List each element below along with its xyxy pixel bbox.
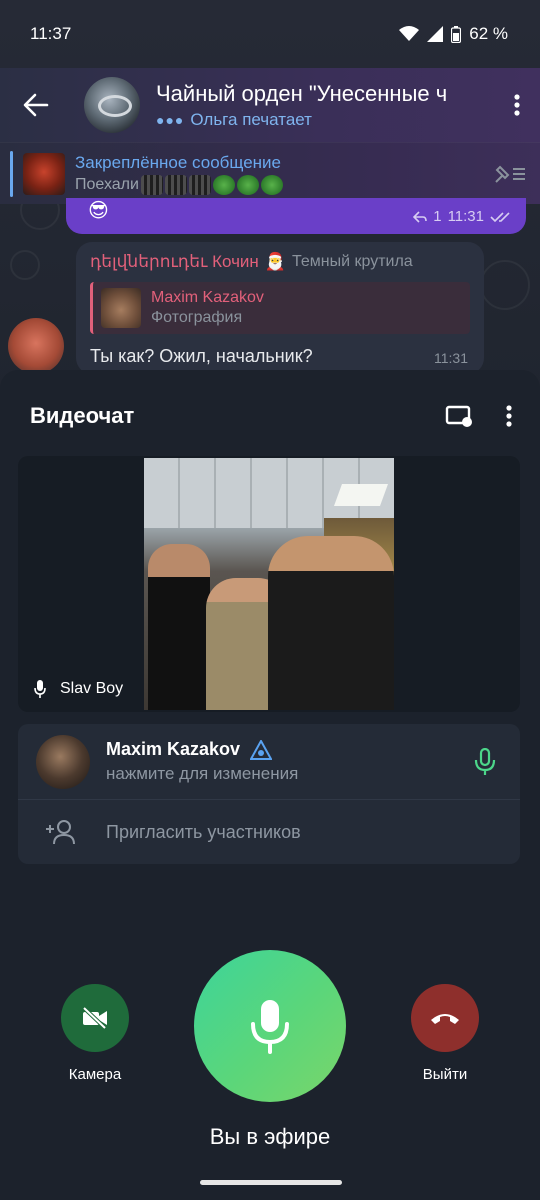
- pinned-title: Закреплённое сообщение: [75, 152, 281, 172]
- video-speaker-name: Slav Boy: [60, 680, 124, 697]
- chat-titles[interactable]: Чайный орден "Унесенные ч ●●● Ольга печа…: [156, 81, 494, 130]
- pinned-list-button[interactable]: [480, 143, 540, 205]
- message-sender: դելվներուդեւ Кочин 🎅 Темный крутила: [90, 252, 470, 272]
- video-light: [333, 484, 389, 506]
- video-tile[interactable]: Slav Boy: [18, 456, 520, 712]
- santa-emoji-icon: 🎅: [264, 252, 286, 271]
- double-check-icon: [490, 211, 510, 222]
- camera-toggle-button[interactable]: [61, 984, 129, 1052]
- status-bar: 11:37 62 %: [0, 0, 540, 68]
- sticker-icon: [188, 174, 211, 195]
- reply-count: 1: [433, 208, 442, 225]
- leave-control: Выйти: [398, 984, 492, 1083]
- invite-icon-wrap: [18, 819, 106, 845]
- sticker-icon: [140, 174, 163, 195]
- participant-name-text: Maxim Kazakov: [106, 739, 241, 759]
- leave-call-button[interactable]: [411, 984, 479, 1052]
- screen-share-button[interactable]: [434, 391, 484, 441]
- arrow-back-icon: [23, 93, 49, 117]
- reply-quote[interactable]: Maxim Kazakov Фотография: [90, 282, 470, 334]
- participant-mic-button[interactable]: [450, 724, 520, 800]
- reply-thumbnail: [101, 288, 141, 328]
- on-air-status: Вы в эфире: [209, 1124, 331, 1149]
- battery-percent: 62 %: [469, 24, 508, 43]
- sender-avatar[interactable]: [8, 318, 64, 374]
- invite-participants-button[interactable]: Пригласить участников: [18, 800, 520, 864]
- videochat-header: Видеочат: [0, 370, 540, 462]
- participants-list: Maxim Kazakov нажмите для изменения Приг…: [18, 724, 520, 864]
- mic-icon: [34, 680, 46, 698]
- status-icons: 62 %: [399, 24, 508, 44]
- pinned-text: Закреплённое сообщение Поехали: [75, 153, 480, 195]
- home-indicator[interactable]: [200, 1180, 342, 1185]
- typing-dots-icon: ●●●: [156, 111, 185, 128]
- video-person: [268, 536, 394, 710]
- participant-row[interactable]: Maxim Kazakov нажмите для изменения: [18, 724, 520, 800]
- status-time: 11:37: [30, 24, 72, 43]
- camera-label: Камера: [68, 1066, 122, 1083]
- sender-rank: Темный крутила: [291, 253, 413, 270]
- reply-type: Фотография: [151, 309, 243, 326]
- wifi-icon: [399, 26, 420, 41]
- invite-label: Пригласить участников: [106, 821, 301, 842]
- video-person: [148, 544, 210, 710]
- pin-list-icon: [495, 165, 525, 183]
- main-mic-button[interactable]: [194, 950, 346, 1102]
- mic-icon: [474, 747, 496, 775]
- videochat-title: Видеочат: [30, 403, 135, 428]
- pinned-indicator: [10, 150, 13, 197]
- chat-title: Чайный орден "Унесенные ч: [156, 80, 448, 106]
- sticker-icon: [164, 174, 187, 195]
- back-button[interactable]: [0, 68, 72, 142]
- add-person-icon: [46, 820, 75, 845]
- screen: 11:37 62 % Чайный орден "Унесенные ч ●●●…: [0, 0, 540, 1200]
- incoming-message[interactable]: դելվներուդեւ Кочин 🎅 Темный крутила Maxi…: [76, 242, 484, 374]
- reply-author: Maxim Kazakov: [151, 289, 264, 306]
- message-time: 11:31: [434, 350, 468, 366]
- video-stream: [144, 458, 394, 710]
- battery-icon: [451, 25, 462, 43]
- signal-icon: [427, 26, 444, 42]
- frog-emoji-icon: [260, 174, 283, 195]
- mic-icon: [251, 1000, 289, 1054]
- pinned-thumbnail: [23, 152, 65, 195]
- hang-up-icon: [431, 1014, 459, 1024]
- pinned-preview-text: Поехали: [75, 175, 139, 193]
- outgoing-time: 11:31: [447, 208, 484, 225]
- video-off-icon: [82, 1007, 107, 1029]
- outgoing-meta: 1 11:31: [413, 208, 512, 225]
- more-vert-icon: [506, 405, 512, 427]
- emoji-icon: 😎: [88, 200, 109, 222]
- pinned-preview: Поехали: [75, 174, 480, 195]
- chat-avatar[interactable]: [84, 77, 140, 133]
- camera-control: Камера: [48, 984, 142, 1083]
- screen-share-icon: [445, 405, 472, 427]
- typing-indicator: ●●● Ольга печатает: [156, 110, 494, 130]
- video-label: Slav Boy: [34, 680, 123, 698]
- message-text: Ты как? Ожил, начальник?: [90, 346, 313, 366]
- videochat-menu-button[interactable]: [484, 391, 534, 441]
- sender-name: դելվներուդեւ Кочин: [90, 252, 259, 271]
- leave-label: Выйти: [422, 1066, 468, 1083]
- participant-status: нажмите для изменения: [106, 764, 299, 783]
- outgoing-message[interactable]: 😎 1 11:31: [66, 198, 526, 234]
- participant-name: Maxim Kazakov: [106, 739, 450, 760]
- chat-header: Чайный орден "Унесенные ч ●●● Ольга печа…: [0, 68, 540, 142]
- reply-texts: Maxim Kazakov Фотография: [151, 289, 264, 327]
- more-vert-icon: [514, 94, 520, 116]
- frog-emoji-icon: [212, 174, 235, 195]
- typing-text: Ольга печатает: [190, 109, 312, 129]
- pinned-message-bar[interactable]: Закреплённое сообщение Поехали: [0, 142, 540, 204]
- eye-triangle-icon: [250, 739, 273, 760]
- reply-arrow-icon: [413, 210, 428, 223]
- chat-menu-button[interactable]: [494, 68, 540, 142]
- participant-avatar: [36, 734, 90, 789]
- frog-emoji-icon: [236, 174, 259, 195]
- participant-info: Maxim Kazakov нажмите для изменения: [106, 739, 450, 784]
